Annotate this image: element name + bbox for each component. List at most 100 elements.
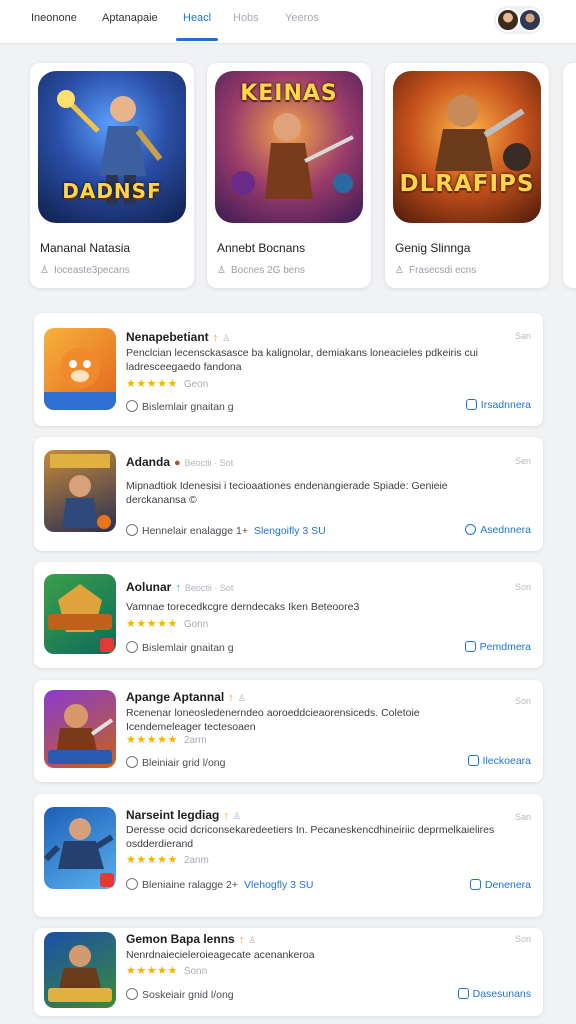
install-button[interactable]: Pemdmera [464, 641, 531, 653]
tab-ineonone[interactable]: Ineonone [31, 12, 77, 24]
list-item-link[interactable]: Slengoifly 3 SU [254, 525, 326, 537]
stars-icon: ★★★★★ [126, 854, 178, 866]
game-art: KEINAS [215, 71, 363, 223]
game-meta: ♙ Ioceaste3pecans [40, 265, 130, 276]
timestamp: Son [514, 934, 531, 944]
install-button[interactable]: Asednnera [465, 524, 531, 536]
avatar[interactable] [518, 8, 542, 32]
list-item-description: Penclcian lecensckasasce ba kalignolar, … [126, 347, 478, 373]
fox-mascot-icon [44, 348, 116, 410]
list-item[interactable]: Apange Aptannal ↑ ♙ Son Rcenenar loneosled… [34, 680, 543, 782]
list-item-link[interactable]: Vlehogfly 3 SU [244, 879, 313, 891]
game-name: Mananal Natasia [40, 241, 131, 255]
stars-icon: ★★★★★ [126, 378, 178, 390]
game-icon [44, 690, 116, 768]
warrior-icon [48, 945, 112, 1002]
clock-icon [126, 988, 138, 1000]
featured-card[interactable]: DADNSF Mananal Natasia ♙ Ioceaste3pecans [30, 63, 194, 288]
list-item[interactable]: Narseint legdiag ↑ ♙ San Deresse ocid dcri… [34, 794, 543, 917]
person-icon: ♙ [237, 693, 246, 703]
download-icon [464, 641, 476, 652]
download-icon [465, 399, 477, 410]
timestamp: San [514, 331, 531, 341]
download-icon [457, 988, 469, 999]
list-item[interactable]: Adanda ● Beoctii · Sot Sen Mipnadtiok Iden… [34, 437, 543, 551]
hero-figure-icon [435, 95, 531, 171]
download-icon [465, 524, 477, 535]
list-item-description: Nenrdnaiecieleroieagecate acenankeroa [126, 949, 315, 961]
warrior-icon [50, 454, 111, 529]
list-item-footer: Bislemlair gnaitan g [126, 400, 234, 413]
warrior-icon [48, 704, 114, 764]
featured-card[interactable]: KEINAS Annebt Bocnans ♙ Bocnes 2G bens [207, 63, 371, 288]
list-item-footer: Soskeiair gnid l/ong [126, 988, 234, 1001]
game-icon [44, 328, 116, 410]
list-item-footer: Bleniaine ralagge 2+ Vlehogfly 3 SU [126, 878, 314, 891]
game-logo: DADNSF [62, 179, 162, 203]
list-item-footer: Bleiniair grid l/ong [126, 756, 225, 769]
account-switcher[interactable] [494, 6, 544, 34]
list-item-description: Deresse ocid dcriconsekaredeetiers In. P… [126, 824, 495, 850]
person-icon: ♙ [395, 265, 404, 276]
person-icon: ♙ [248, 935, 257, 945]
person-icon: ♙ [232, 811, 241, 821]
list-item-title: Aolunar ↑ Beoctii · Sot [126, 580, 234, 594]
download-icon [469, 879, 481, 890]
game-art: DADNSF [38, 71, 186, 223]
top-nav: Ineonone Aptanapaie Heacl Hobs Yeeros [0, 0, 576, 44]
clock-icon [126, 756, 138, 768]
list-item-title: Apange Aptannal ↑ ♙ [126, 690, 246, 704]
timestamp: Son [514, 696, 531, 706]
timestamp: Sen [514, 456, 531, 466]
rating: ★★★★★ Geon [126, 378, 209, 390]
game-name: Genig Slinnga [395, 241, 471, 255]
clock-icon [126, 878, 138, 890]
game-meta: ♙ Frasecsdi ecns [395, 265, 477, 276]
game-art: DLRAFIPS [393, 71, 541, 223]
install-button[interactable]: Ileckoeara [467, 755, 531, 767]
tab-heacl[interactable]: Heacl [183, 12, 211, 24]
stars-icon: ★★★★★ [126, 618, 178, 630]
game-meta: ♙ Bocnes 2G bens [217, 265, 305, 276]
person-icon: ♙ [217, 265, 226, 276]
list-item-title: Nenapebetiant ↑ ♙ [126, 330, 231, 344]
avatar[interactable] [496, 8, 520, 32]
list-item-footer: Bislemlair gnaitan g [126, 641, 234, 654]
game-logo: KEINAS [240, 81, 338, 106]
notification-badge [100, 638, 114, 652]
list-item[interactable]: Nenapebetiant ↑ ♙ San Penclcian lecensckas… [34, 313, 543, 426]
install-button[interactable]: Dasesunans [457, 988, 531, 1000]
timestamp: Son [514, 582, 531, 592]
list-item-title: Gemon Bapa lenns ↑ ♙ [126, 932, 257, 946]
featured-card-peek[interactable] [563, 63, 576, 288]
tab-yeeros[interactable]: Yeeros [285, 12, 319, 24]
clock-icon [126, 641, 138, 653]
featured-card[interactable]: DLRAFIPS Genig Slinnga ♙ Frasecsdi ecns [385, 63, 549, 288]
list-item-description: Vamnae torecedkcgre derndecaks Iken Bete… [126, 601, 360, 613]
list-item[interactable]: Aolunar ↑ Beoctii · Sot Son Vamnae toreced… [34, 562, 543, 668]
timestamp: San [514, 812, 531, 822]
person-icon: ♙ [222, 333, 231, 343]
tab-hobs[interactable]: Hobs [233, 12, 259, 24]
list-item-title: Adanda ● Beoctii · Sot [126, 455, 234, 469]
game-icon [44, 574, 116, 654]
person-icon: ♙ [40, 265, 49, 276]
install-button[interactable]: Irsadnnera [465, 399, 531, 411]
list-item-description: Mipnadtiok Idenesisi i tecioaationes end… [126, 480, 448, 506]
clock-icon [126, 524, 138, 536]
game-icon [44, 807, 116, 889]
rating: ★★★★★ 2arm [126, 734, 207, 746]
stars-icon: ★★★★★ [126, 965, 178, 977]
stars-icon: ★★★★★ [126, 734, 178, 746]
tab-aptanapaie[interactable]: Aptanapaie [102, 12, 158, 24]
install-button[interactable]: Denenera [469, 879, 531, 891]
rating: ★★★★★ 2anm [126, 854, 209, 866]
game-logo: DLRAFIPS [399, 171, 535, 197]
rating: ★★★★★ Sonn [126, 965, 208, 977]
list-item-title: Narseint legdiag ↑ ♙ [126, 808, 241, 822]
download-icon [467, 755, 479, 766]
game-icon [44, 932, 116, 1008]
game-name: Annebt Bocnans [217, 241, 306, 255]
list-item[interactable]: Gemon Bapa lenns ↑ ♙ Son Nenrdnaiecieleroi… [34, 928, 543, 1016]
list-item-description: Rcenenar loneosledenerndeo aoroeddcieaor… [126, 707, 420, 733]
